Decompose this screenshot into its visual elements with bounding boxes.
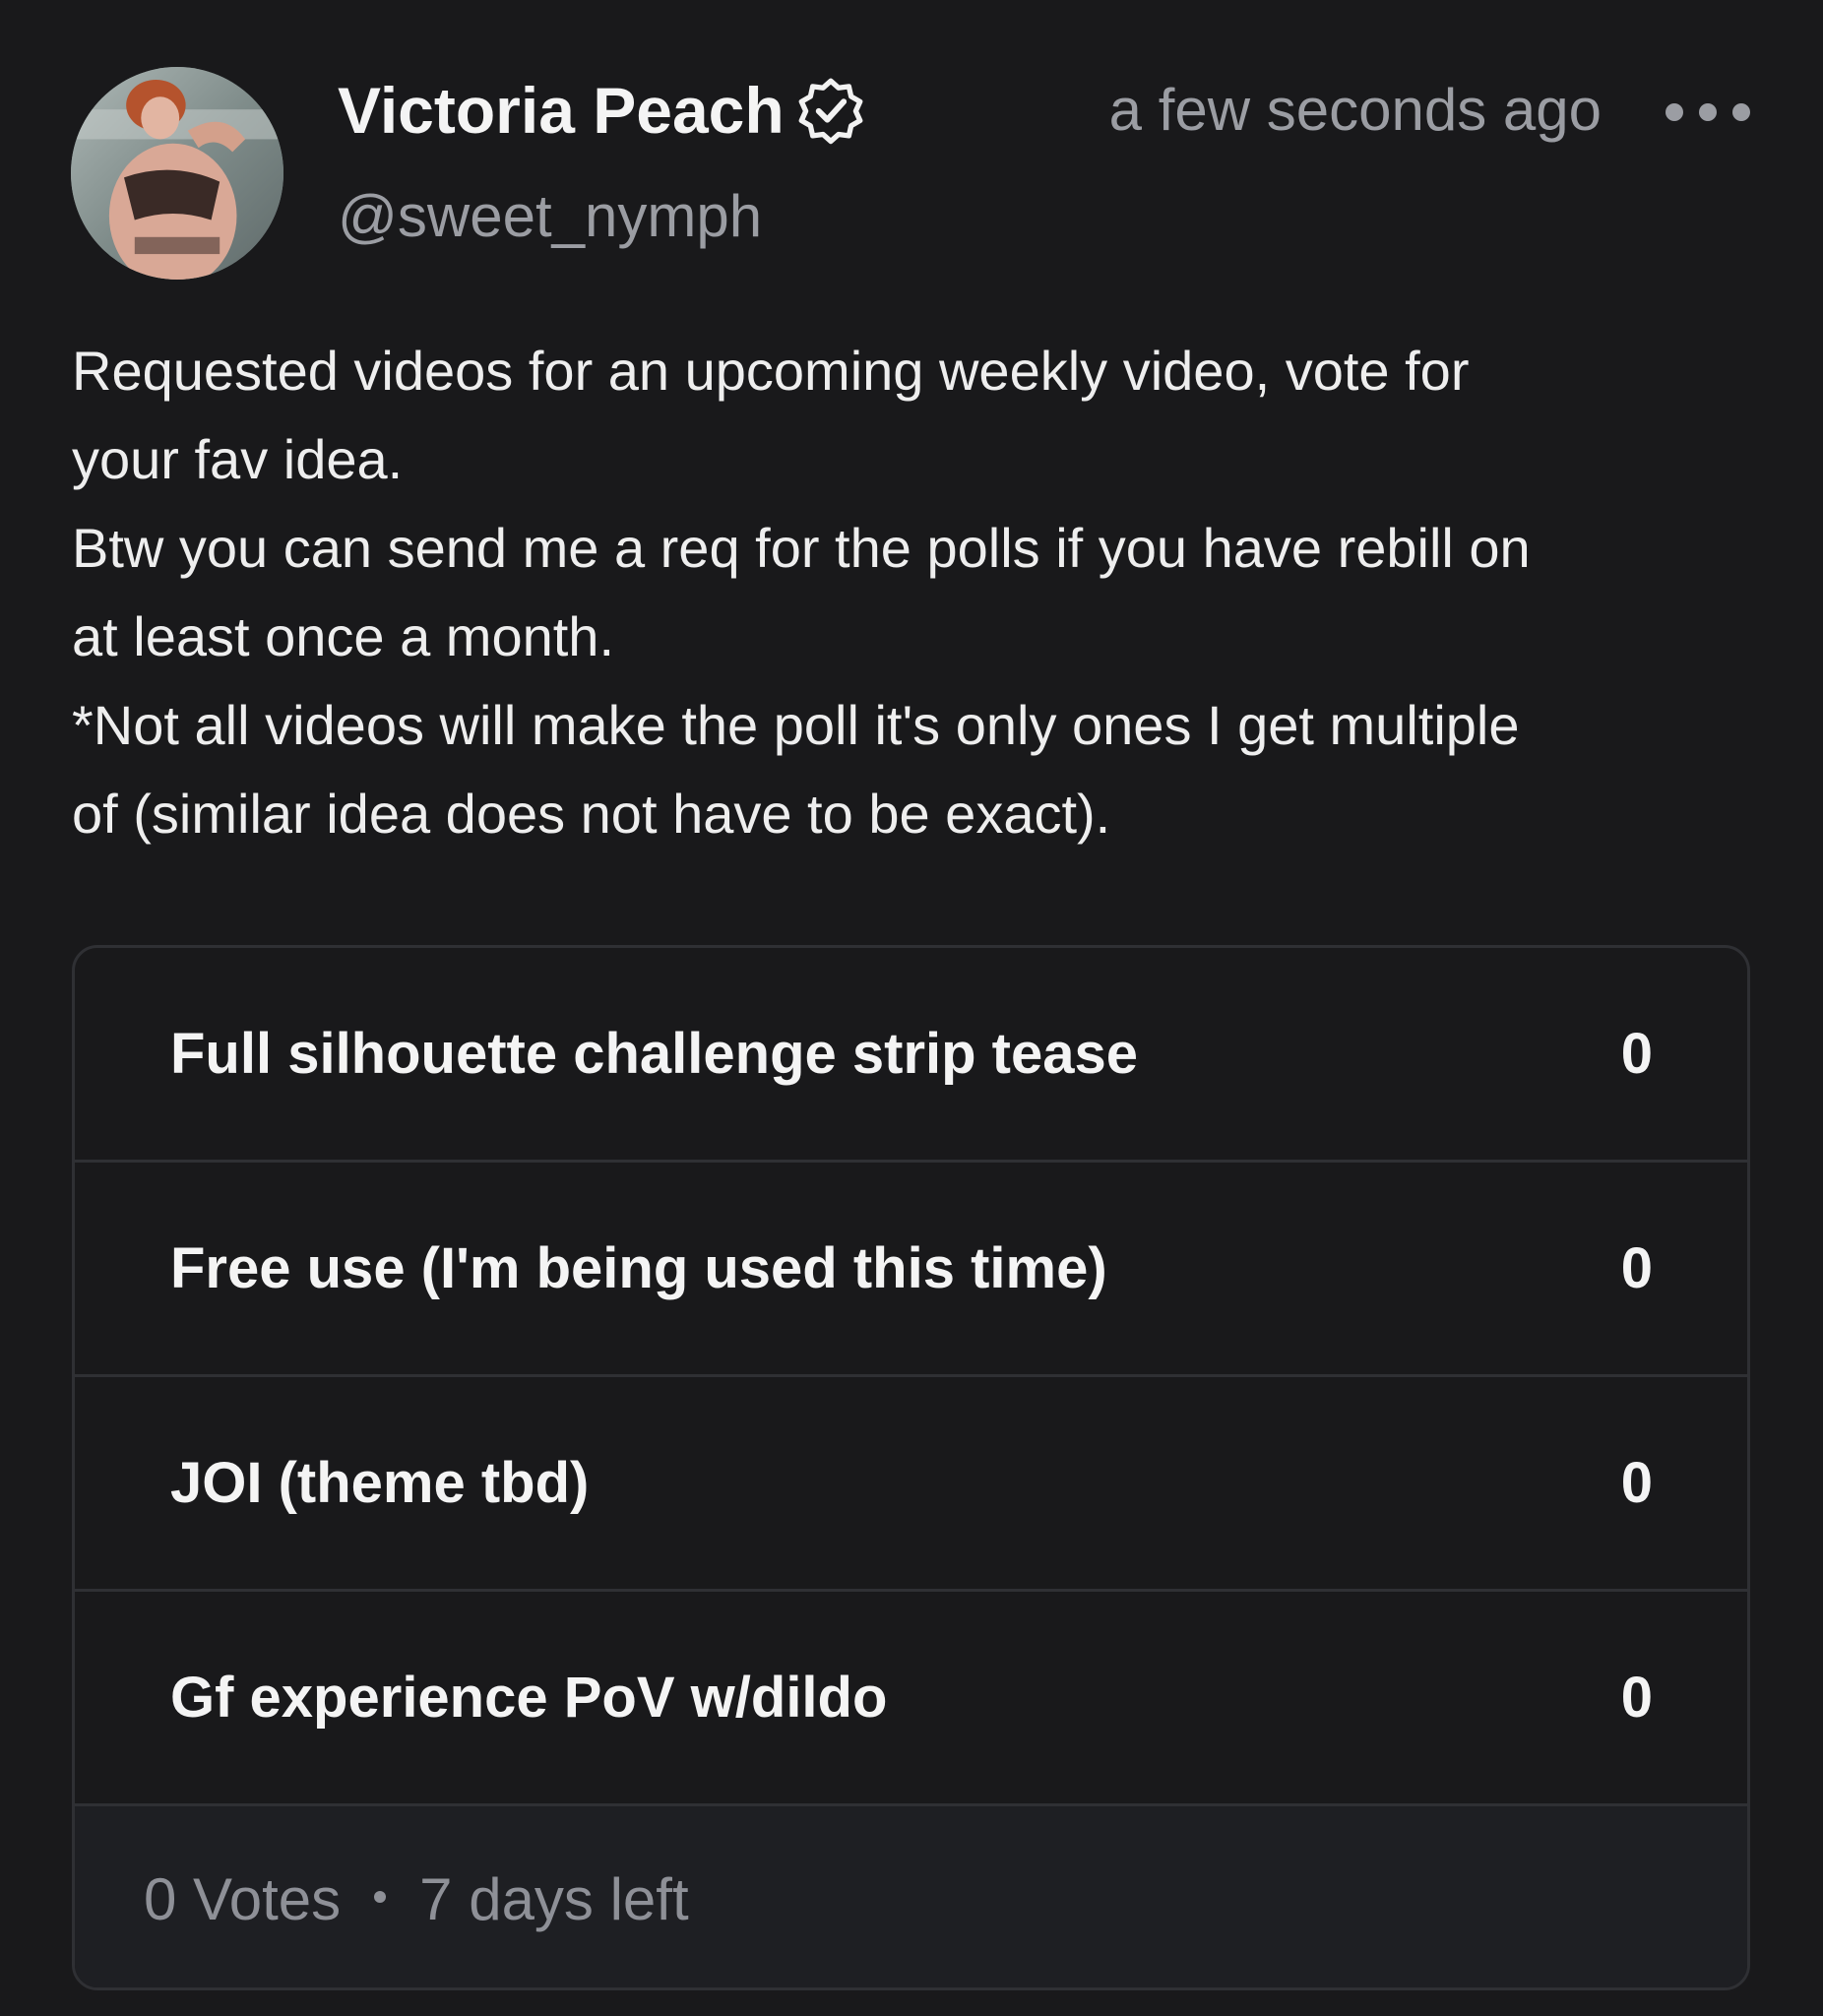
avatar[interactable] [71,67,283,280]
poll-option-count: 0 [1620,1022,1653,1086]
post-timestamp: a few seconds ago [1108,77,1602,143]
poll-option[interactable]: Full silhouette challenge strip tease 0 [75,948,1747,1163]
poll-option[interactable]: Free use (I'm being used this time) 0 [75,1163,1747,1377]
post-text-line: *Not all videos will make the poll it's … [72,694,1520,756]
poll: Full silhouette challenge strip tease 0 … [72,945,1750,1990]
separator-dot [374,1891,387,1903]
avatar-photo [71,67,283,280]
post-text-line: your fav idea. [72,428,404,490]
post-text-line: of (similar idea does not have to be exa… [72,783,1111,845]
more-options-button[interactable] [1666,91,1750,134]
poll-footer: 0 Votes 7 days left [75,1806,1747,1987]
poll-time-left: 7 days left [419,1865,689,1932]
poll-option[interactable]: Gf experience PoV w/dildo 0 [75,1592,1747,1806]
post-text: Requested videos for an upcoming weekly … [72,327,1765,858]
poll-vote-count: 0 Votes [144,1865,342,1932]
poll-option-label: Full silhouette challenge strip tease [170,1022,1139,1086]
author-name-row[interactable]: Victoria Peach [338,71,865,150]
poll-option[interactable]: JOI (theme tbd) 0 [75,1377,1747,1592]
post-text-line: Btw you can send me a req for the polls … [72,517,1531,579]
post-text-line: at least once a month. [72,605,615,667]
poll-option-count: 0 [1620,1451,1653,1515]
poll-option-label: Free use (I'm being used this time) [170,1236,1107,1300]
verified-badge-icon [796,76,865,145]
post-card: Victoria Peach @sweet_nymph a few second… [0,0,1823,2016]
post-text-line: Requested videos for an upcoming weekly … [72,340,1470,402]
author-display-name[interactable]: Victoria Peach [338,71,785,150]
poll-option-count: 0 [1620,1666,1653,1730]
author-handle[interactable]: @sweet_nymph [338,177,762,256]
poll-option-label: Gf experience PoV w/dildo [170,1666,888,1730]
poll-option-label: JOI (theme tbd) [170,1451,590,1515]
poll-option-count: 0 [1620,1236,1653,1300]
ellipsis-horizontal-icon [1666,103,1683,121]
